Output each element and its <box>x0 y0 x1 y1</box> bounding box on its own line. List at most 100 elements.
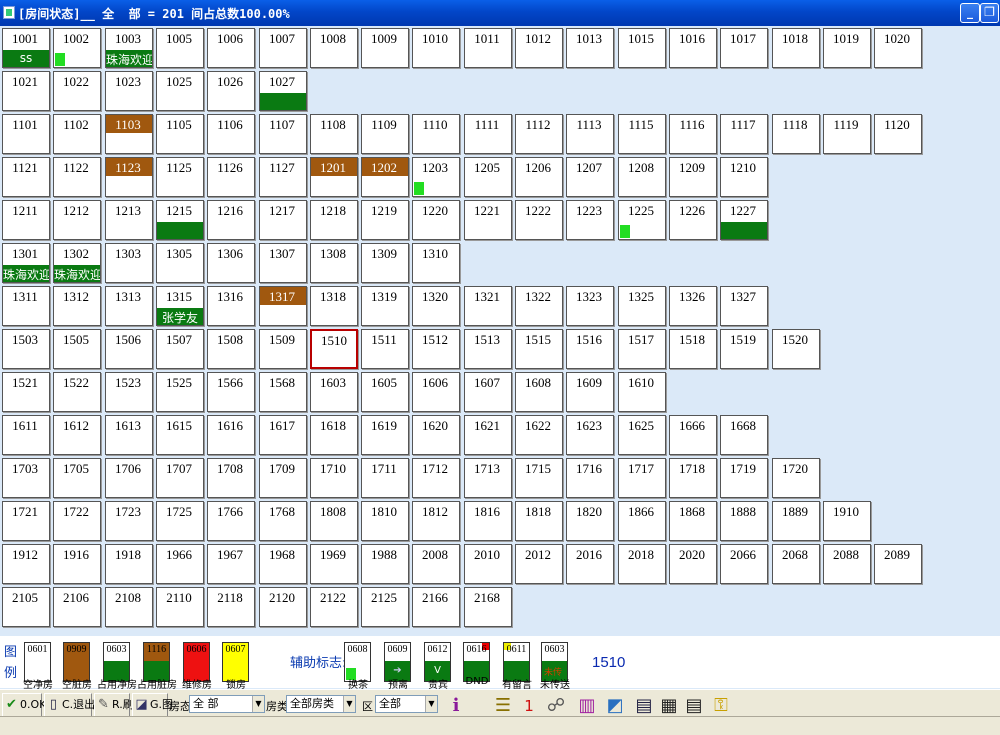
room-cell[interactable]: 1717 <box>618 458 666 498</box>
room-cell[interactable]: 1725 <box>156 501 204 541</box>
room-cell[interactable]: 1525 <box>156 372 204 412</box>
room-cell[interactable]: 1617 <box>259 415 307 455</box>
room-cell[interactable]: 1307 <box>259 243 307 283</box>
room-cell[interactable]: 2108 <box>105 587 153 627</box>
room-cell[interactable]: 1016 <box>669 28 717 68</box>
room-cell[interactable]: 1618 <box>310 415 358 455</box>
room-cell[interactable]: 1623 <box>566 415 614 455</box>
room-cell[interactable]: 1001 ss <box>2 28 50 68</box>
room-cell[interactable]: 1603 <box>310 372 358 412</box>
room-cell[interactable]: 1520 <box>772 329 820 369</box>
room-cell[interactable]: 1325 <box>618 286 666 326</box>
room-cell[interactable]: 1327 <box>720 286 768 326</box>
room-cell[interactable]: 1910 <box>823 501 871 541</box>
room-cell[interactable]: 1318 <box>310 286 358 326</box>
room-cell[interactable]: 1123 <box>105 157 153 197</box>
room-cell[interactable]: 1111 <box>464 114 512 154</box>
room-cell[interactable]: 2020 <box>669 544 717 584</box>
room-cell[interactable]: 1011 <box>464 28 512 68</box>
room-cell[interactable]: 1101 <box>2 114 50 154</box>
room-cell[interactable]: 1518 <box>669 329 717 369</box>
room-cell[interactable]: 1006 <box>207 28 255 68</box>
room-cell[interactable]: 1918 <box>105 544 153 584</box>
room-cell[interactable]: 1209 <box>669 157 717 197</box>
room-cell[interactable]: 1615 <box>156 415 204 455</box>
room-cell[interactable]: 1301 珠海欢迎 <box>2 243 50 283</box>
room-cell[interactable]: 1705 <box>53 458 101 498</box>
room-cell[interactable]: 1508 <box>207 329 255 369</box>
room-cell[interactable]: 1966 <box>156 544 204 584</box>
room-cell[interactable]: 1511 <box>361 329 409 369</box>
room-cell[interactable]: 2008 <box>412 544 460 584</box>
room-cell[interactable]: 1127 <box>259 157 307 197</box>
room-cell[interactable]: 2088 <box>823 544 871 584</box>
room-cell[interactable]: 1110 <box>412 114 460 154</box>
room-cell[interactable]: 1302 珠海欢迎 <box>53 243 101 283</box>
room-cell[interactable]: 1711 <box>361 458 409 498</box>
room-cell[interactable]: 1319 <box>361 286 409 326</box>
room-cell[interactable]: 1219 <box>361 200 409 240</box>
room-cell[interactable]: 1517 <box>618 329 666 369</box>
room-cell[interactable]: 1606 <box>412 372 460 412</box>
room-cell[interactable]: 1002 <box>53 28 101 68</box>
room-cell[interactable]: 1912 <box>2 544 50 584</box>
room-cell[interactable]: 2010 <box>464 544 512 584</box>
room-cell[interactable]: 1201 <box>310 157 358 197</box>
room-cell[interactable]: 1967 <box>207 544 255 584</box>
room-cell[interactable]: 1720 <box>772 458 820 498</box>
room-cell[interactable]: 1523 <box>105 372 153 412</box>
room-cell[interactable]: 1513 <box>464 329 512 369</box>
room-cell[interactable]: 1225 <box>618 200 666 240</box>
room-cell[interactable]: 1505 <box>53 329 101 369</box>
room-cell[interactable]: 1026 <box>207 71 255 111</box>
room-cell[interactable]: 1313 <box>105 286 153 326</box>
room-cell[interactable]: 1521 <box>2 372 50 412</box>
room-cell[interactable]: 1021 <box>2 71 50 111</box>
room-cell[interactable]: 1226 <box>669 200 717 240</box>
room-cell[interactable]: 1202 <box>361 157 409 197</box>
room-cell[interactable]: 1217 <box>259 200 307 240</box>
room-cell[interactable]: 1215 <box>156 200 204 240</box>
room-cell[interactable]: 1968 <box>259 544 307 584</box>
room-cell[interactable]: 1311 <box>2 286 50 326</box>
room-cell[interactable]: 1818 <box>515 501 563 541</box>
room-cell[interactable]: 1706 <box>105 458 153 498</box>
room-cell[interactable]: 1868 <box>669 501 717 541</box>
room-cell[interactable]: 1220 <box>412 200 460 240</box>
room-cell[interactable]: 1668 <box>720 415 768 455</box>
room-cell[interactable]: 1723 <box>105 501 153 541</box>
room-cell[interactable]: 1207 <box>566 157 614 197</box>
room-cell[interactable]: 1125 <box>156 157 204 197</box>
room-cell[interactable]: 1719 <box>720 458 768 498</box>
room-cell[interactable]: 1605 <box>361 372 409 412</box>
room-cell[interactable]: 1510 <box>310 329 358 369</box>
room-cell[interactable]: 1008 <box>310 28 358 68</box>
room-cell[interactable]: 1025 <box>156 71 204 111</box>
room-cell[interactable]: 2105 <box>2 587 50 627</box>
room-cell[interactable]: 1625 <box>618 415 666 455</box>
room-cell[interactable]: 1969 <box>310 544 358 584</box>
room-cell[interactable]: 1889 <box>772 501 820 541</box>
room-cell[interactable]: 1321 <box>464 286 512 326</box>
room-cell[interactable]: 1713 <box>464 458 512 498</box>
room-cell[interactable]: 1710 <box>310 458 358 498</box>
room-cell[interactable]: 1212 <box>53 200 101 240</box>
room-cell[interactable]: 1005 <box>156 28 204 68</box>
room-cell[interactable]: 1326 <box>669 286 717 326</box>
room-cell[interactable]: 1988 <box>361 544 409 584</box>
room-cell[interactable]: 1316 <box>207 286 255 326</box>
room-cell[interactable]: 2012 <box>515 544 563 584</box>
room-cell[interactable]: 1607 <box>464 372 512 412</box>
room-cell[interactable]: 1707 <box>156 458 204 498</box>
room-cell[interactable]: 1306 <box>207 243 255 283</box>
room-cell[interactable]: 1118 <box>772 114 820 154</box>
room-cell[interactable]: 1222 <box>515 200 563 240</box>
room-type-select[interactable]: 全部房类 ▼ <box>286 695 356 713</box>
room-cell[interactable]: 2110 <box>156 587 204 627</box>
room-cell[interactable]: 1017 <box>720 28 768 68</box>
room-cell[interactable]: 1512 <box>412 329 460 369</box>
room-cell[interactable]: 1721 <box>2 501 50 541</box>
room-cell[interactable]: 1519 <box>720 329 768 369</box>
room-cell[interactable]: 1107 <box>259 114 307 154</box>
room-cell[interactable]: 1019 <box>823 28 871 68</box>
